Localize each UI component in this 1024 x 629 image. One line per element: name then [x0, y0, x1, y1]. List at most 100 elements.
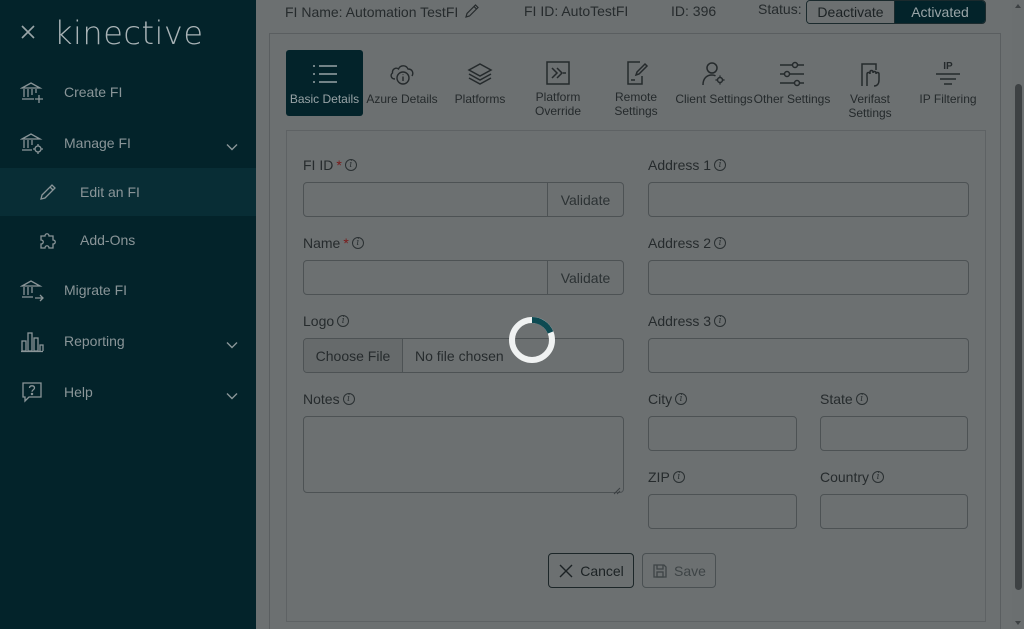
zip-label: ZIP i	[648, 469, 685, 485]
status-label: Status:	[758, 1, 802, 17]
logo-file-input[interactable]: Choose File No file chosen	[303, 338, 624, 373]
fi-header: FI Name: Automation TestFI FI ID: AutoTe…	[256, 0, 1012, 26]
svg-text:IP: IP	[943, 61, 953, 72]
city-label: City i	[648, 391, 688, 407]
info-icon[interactable]: i	[714, 315, 727, 327]
address3-input[interactable]	[648, 338, 969, 373]
chevron-down-icon	[226, 138, 238, 154]
name-label: Name * i	[303, 235, 364, 251]
sidebar-item-help[interactable]: Help	[0, 366, 256, 417]
user-gear-icon	[701, 60, 727, 88]
page-scrollbar[interactable]	[1012, 0, 1024, 629]
scroll-down-arrow-icon[interactable]	[1015, 621, 1021, 625]
state-label: State i	[820, 391, 868, 407]
sidebar: kinective Create FI Manage FI Edit an FI…	[0, 0, 256, 629]
tab-azure-details[interactable]: Azure Details	[363, 50, 441, 116]
status-toggle: Deactivate Activated	[806, 0, 986, 24]
puzzle-icon	[38, 228, 58, 252]
sidebar-header: kinective	[0, 0, 256, 66]
sidebar-item-edit-fi[interactable]: Edit an FI	[0, 168, 256, 216]
sidebar-item-create-fi[interactable]: Create FI	[0, 66, 256, 117]
activated-button[interactable]: Activated	[895, 1, 985, 23]
info-icon[interactable]: i	[342, 393, 355, 405]
info-icon[interactable]: i	[714, 159, 727, 171]
fi-id-label: FI ID * i	[303, 157, 357, 173]
basic-details-form: FI ID * i Validate Name * i Validate Logo i C…	[286, 130, 986, 622]
info-icon[interactable]: i	[672, 471, 685, 483]
sidebar-item-label: Help	[64, 383, 93, 400]
tab-other-settings[interactable]: Other Settings	[753, 50, 831, 116]
sidebar-item-manage-fi[interactable]: Manage FI	[0, 117, 256, 168]
remote-screen-icon	[623, 60, 649, 86]
info-icon[interactable]: i	[675, 393, 688, 405]
info-icon[interactable]: i	[351, 237, 364, 249]
validate-name-button[interactable]: Validate	[547, 261, 623, 294]
resize-grip-icon[interactable]	[613, 482, 621, 495]
zip-input[interactable]	[648, 494, 797, 529]
notes-textarea[interactable]	[303, 416, 624, 495]
hand-scan-icon	[857, 60, 883, 88]
address2-label: Address 2i	[648, 235, 727, 251]
cancel-button[interactable]: Cancel	[548, 553, 634, 588]
fi-id-text: FI ID: AutoTestFI	[524, 3, 629, 19]
name-input[interactable]: Validate	[303, 260, 624, 295]
sidebar-item-reporting[interactable]: Reporting	[0, 315, 256, 366]
chevron-down-icon	[226, 387, 238, 403]
tab-remote-settings[interactable]: Remote Settings	[597, 50, 675, 118]
fi-name-text: FI Name: Automation TestFI	[285, 3, 480, 22]
bank-plus-icon	[20, 80, 44, 104]
bank-arrow-icon	[20, 278, 44, 302]
floppy-disk-icon	[652, 563, 674, 579]
id-text: ID: 396	[671, 3, 717, 19]
settings-tabs: Basic Details Azure Details Platforms Pl…	[286, 50, 987, 120]
city-input[interactable]	[648, 416, 797, 451]
address1-label: Address 1i	[648, 157, 727, 173]
sidebar-item-migrate-fi[interactable]: Migrate FI	[0, 264, 256, 315]
sidebar-item-label: Add-Ons	[80, 232, 136, 248]
tab-verifast-settings[interactable]: Verifast Settings	[831, 50, 909, 120]
sidebar-item-label: Edit an FI	[80, 184, 140, 200]
pencil-icon	[38, 180, 58, 204]
main-content: FI Name: Automation TestFI FI ID: AutoTe…	[256, 0, 1012, 629]
address2-input[interactable]	[648, 260, 969, 295]
logo-label: Logo i	[303, 313, 350, 329]
sidebar-item-add-ons[interactable]: Add-Ons	[0, 216, 256, 264]
country-input[interactable]	[820, 494, 968, 529]
choose-file-button[interactable]: Choose File	[304, 339, 403, 372]
save-button[interactable]: Save	[642, 553, 716, 588]
kinective-logo: kinective	[54, 14, 204, 52]
file-status-text: No file chosen	[415, 347, 504, 364]
fi-id-input[interactable]: Validate	[303, 182, 624, 217]
scroll-thumb[interactable]	[1015, 84, 1022, 590]
fi-details-card: Basic Details Azure Details Platforms Pl…	[269, 33, 1001, 629]
sidebar-item-label: Migrate FI	[64, 281, 128, 298]
validate-fi-id-button[interactable]: Validate	[547, 183, 623, 216]
list-icon	[311, 60, 339, 88]
edit-pencil-icon[interactable]	[464, 3, 480, 22]
notes-label: Notes i	[303, 391, 355, 407]
info-icon[interactable]: i	[344, 159, 357, 171]
address1-input[interactable]	[648, 182, 969, 217]
info-icon[interactable]: i	[872, 471, 885, 483]
tab-platforms[interactable]: Platforms	[441, 50, 519, 116]
info-icon[interactable]: i	[855, 393, 868, 405]
tab-client-settings[interactable]: Client Settings	[675, 50, 753, 116]
info-icon[interactable]: i	[714, 237, 727, 249]
help-bubble-icon	[20, 380, 44, 404]
info-icon[interactable]: i	[337, 315, 350, 327]
close-icon[interactable]	[20, 23, 40, 43]
tab-platform-override[interactable]: Platform Override	[519, 50, 597, 118]
ip-filter-icon: IP	[934, 60, 962, 88]
sidebar-item-label: Manage FI	[64, 134, 131, 151]
address3-label: Address 3i	[648, 313, 727, 329]
close-icon	[558, 563, 580, 579]
state-input[interactable]	[820, 416, 968, 451]
country-label: Country i	[820, 469, 885, 485]
deactivate-button[interactable]: Deactivate	[807, 1, 895, 23]
tab-ip-filtering[interactable]: IP IP Filtering	[909, 50, 987, 116]
scroll-up-arrow-icon[interactable]	[1015, 4, 1021, 8]
sliders-icon	[778, 60, 806, 88]
tab-basic-details[interactable]: Basic Details	[286, 50, 363, 116]
layers-icon	[467, 60, 493, 88]
override-arrow-icon	[545, 60, 571, 86]
